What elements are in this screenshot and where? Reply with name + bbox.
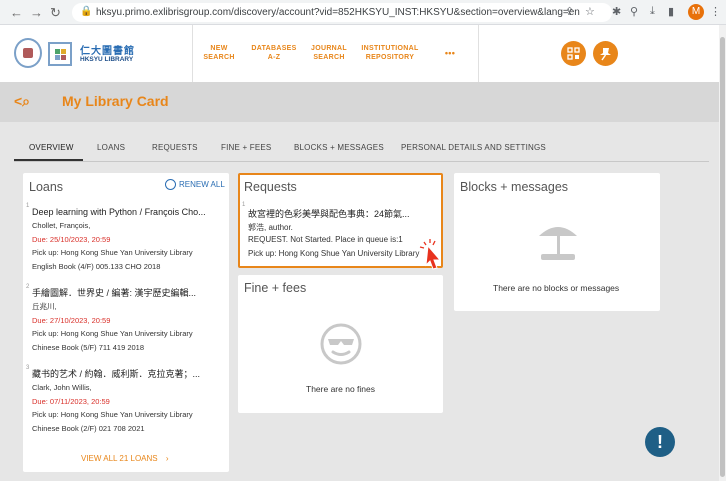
cursor-pointer-icon <box>419 239 442 270</box>
menu-icon[interactable]: ⋮ <box>710 5 721 18</box>
sidepanel-icon[interactable]: ▮ <box>668 5 674 18</box>
tab-overview[interactable]: OVERVIEW <box>29 143 74 152</box>
loan-author: Clark, John Willis, <box>32 383 92 392</box>
tab-loans[interactable]: LOANS <box>97 143 125 152</box>
loans-title: Loans <box>29 180 64 194</box>
request-number: 1 <box>242 202 246 208</box>
logo-text-chinese: 仁大圖書館 <box>80 46 135 57</box>
blocks-title: Blocks + messages <box>460 180 569 194</box>
library-building-icon <box>48 42 72 66</box>
star-icon[interactable]: ☆ <box>585 5 595 18</box>
page-title-bar: <⌕ My Library Card <box>0 82 719 122</box>
loan-due-date: Due: 27/10/2023, 20:59 <box>32 315 111 325</box>
qr-code-icon <box>567 47 580 60</box>
extensions-icon[interactable]: ✱ <box>612 5 621 18</box>
profile-avatar[interactable]: M <box>688 4 704 20</box>
loan-number: 2 <box>26 284 30 290</box>
fines-empty-message: There are no fines <box>306 384 375 394</box>
nav-institutional-repository[interactable]: INSTITUTIONAL REPOSITORY <box>358 44 422 62</box>
university-seal-icon <box>14 38 42 68</box>
blocks-empty-message: There are no blocks or messages <box>493 283 620 293</box>
download-icon[interactable]: ⤓ <box>650 5 655 18</box>
loan-item[interactable]: 1 Deep learning with Python / François C… <box>26 203 222 273</box>
pushpin-icon <box>600 48 611 61</box>
address-bar[interactable]: 🔒 hksyu.primo.exlibrisgroup.com/discover… <box>72 3 612 22</box>
loan-location: Chinese Book (5/F) 711 419 2018 <box>32 342 145 352</box>
header-divider <box>192 25 193 82</box>
lock-icon: 🔒 <box>80 6 93 17</box>
scrollbar-thumb[interactable] <box>720 37 725 477</box>
pin-button[interactable] <box>593 41 618 66</box>
loan-title[interactable]: Deep learning with Python / François Cho… <box>32 206 222 219</box>
request-title[interactable]: 故宮裡的色彩美學與配色事典：24節氣... <box>248 207 436 220</box>
loan-author: 丘兆川, <box>32 302 57 311</box>
page-title: My Library Card <box>62 93 169 109</box>
requests-title: Requests <box>244 180 297 194</box>
fines-title: Fine + fees <box>244 281 307 295</box>
loan-pickup: Pick up: Hong Kong Shue Yan University L… <box>32 329 193 338</box>
reload-icon[interactable]: ↻ <box>50 5 61 21</box>
nav-new-search[interactable]: NEW SEARCH <box>198 44 240 62</box>
loan-author: Chollet, François, <box>32 221 91 230</box>
nav-journal-search[interactable]: JOURNAL SEARCH <box>308 44 350 62</box>
loan-number: 3 <box>26 365 30 371</box>
pin-icon[interactable]: ⚲ <box>630 5 638 18</box>
tab-personal-details[interactable]: PERSONAL DETAILS AND SETTINGS <box>401 143 546 152</box>
tab-blocks-messages[interactable]: BLOCKS + MESSAGES <box>294 143 384 152</box>
loan-item[interactable]: 3 藏书的艺术 / 約翰．威利斯．克拉克著；... Clark, John Wi… <box>26 365 222 435</box>
back-search-icon[interactable]: <⌕ <box>14 93 30 110</box>
loan-location: English Book (4/F) 005.133 CHO 2018 <box>32 261 161 271</box>
feedback-exclamation-icon[interactable]: ! <box>645 427 675 457</box>
app-header: 仁大圖書館 HKSYU LIBRARY NEW SEARCH DATABASES… <box>0 25 719 82</box>
tab-requests[interactable]: REQUESTS <box>152 143 198 152</box>
logo-text-english: HKSYU LIBRARY <box>80 56 134 63</box>
loan-due-date: Due: 07/11/2023, 20:59 <box>32 396 110 406</box>
chevron-right-icon: › <box>165 454 169 463</box>
request-status: REQUEST. Not Started. Place in queue is:… <box>248 235 403 244</box>
loan-pickup: Pick up: Hong Kong Shue Yan University L… <box>32 248 193 257</box>
url-text: hksyu.primo.exlibrisgroup.com/discovery/… <box>96 7 580 18</box>
header-divider <box>478 25 479 82</box>
loan-title[interactable]: 藏书的艺术 / 約翰．威利斯．克拉克著；... <box>32 368 222 381</box>
nav-more-button[interactable]: ••• <box>440 49 460 58</box>
forward-arrow-icon[interactable]: → <box>30 5 43 20</box>
active-tab-indicator <box>14 159 83 161</box>
nav-databases-az[interactable]: DATABASES A-Z <box>250 44 298 62</box>
renew-icon <box>165 179 176 190</box>
tab-fine-fees[interactable]: FINE + FEES <box>221 143 271 152</box>
renew-all-button[interactable]: RENEW ALL <box>179 180 225 189</box>
qr-code-button[interactable] <box>561 41 586 66</box>
beach-umbrella-icon <box>539 227 577 260</box>
loan-item[interactable]: 2 手繪圖解．世界史 / 編著: 漢宇歷史編輯... 丘兆川, Due: 27/… <box>26 284 222 354</box>
page-scrollbar[interactable] <box>719 25 726 481</box>
loan-due-date: Due: 25/10/2023, 20:59 <box>32 234 111 244</box>
request-author: 郭浩, author. <box>248 223 293 232</box>
tabs-divider <box>14 161 709 162</box>
share-icon[interactable]: ⇪ <box>565 5 574 18</box>
view-all-loans-link[interactable]: VIEW ALL 21 LOANS › <box>81 454 169 463</box>
loan-location: Chinese Book (2/F) 021 708 2021 <box>32 423 145 433</box>
loan-title[interactable]: 手繪圖解．世界史 / 編著: 漢宇歷史編輯... <box>32 287 222 300</box>
back-arrow-icon[interactable]: ← <box>10 5 23 20</box>
request-pickup: Pick up: Hong Kong Shue Yan University L… <box>248 249 420 258</box>
loan-number: 1 <box>26 203 30 209</box>
browser-toolbar: ← → ↻ 🔒 hksyu.primo.exlibrisgroup.com/di… <box>0 0 726 25</box>
loan-pickup: Pick up: Hong Kong Shue Yan University L… <box>32 410 193 419</box>
cool-face-icon <box>320 323 362 365</box>
